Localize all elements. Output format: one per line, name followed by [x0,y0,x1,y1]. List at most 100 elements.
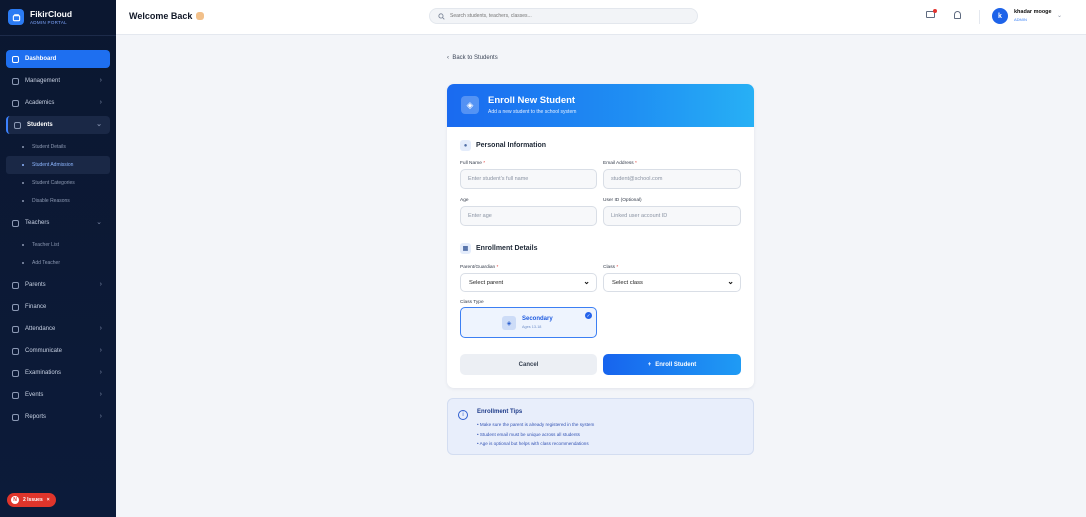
school-logo-icon [8,9,24,25]
issues-badge[interactable]: N 2 Issues × [7,493,56,507]
sidebar-subitem-label: Teacher List [32,242,59,248]
issues-label: 2 Issues [23,497,43,503]
sidebar-nav: Dashboard Management › Academics › Student… [6,50,110,430]
sidebar-item-academics[interactable]: Academics › [6,94,110,112]
list-item: • Age is optional but helps with class r… [477,441,589,446]
class-label: Class * [603,265,619,270]
class-type-name: Secondary [522,316,553,322]
back-link[interactable]: ‹ Back to Students [447,55,498,61]
brand-title: FikirCloud [30,8,73,19]
close-icon[interactable]: × [47,497,50,503]
tips-title: Enrollment Tips [477,409,523,415]
full-name-label: Full Name * [460,161,486,166]
select-value: Select parent [469,279,504,286]
document-icon [12,369,19,377]
notification-dot [933,9,937,13]
brand[interactable]: FikirCloud ADMIN PORTAL [8,9,72,25]
enroll-student-button[interactable]: + Enroll Student [603,354,741,375]
card-title: Enroll New Student [488,95,576,106]
user-id-label: User ID (Optional) [603,198,642,203]
sidebar-subitem-student-details[interactable]: Student Details [6,138,110,156]
sidebar-item-communicate[interactable]: Communicate › [6,342,110,360]
sidebar-item-label: Management [25,78,61,84]
sidebar-subitem-label: Student Admission [32,162,74,168]
waving-hand-icon [196,12,205,20]
brand-subtitle: ADMIN PORTAL [30,19,67,25]
user-role: ADMIN [1014,17,1027,22]
class-select[interactable]: Select class ⌄ [603,273,741,292]
header-divider [979,10,980,24]
sidebar-subitem-student-categories[interactable]: Student Categories [6,174,110,192]
class-type-ages: Ages 13-18 [522,325,542,329]
sidebar-item-events[interactable]: Events › [6,386,110,404]
sidebar-item-attendance[interactable]: Attendance › [6,320,110,338]
user-name[interactable]: khadar mooge [1014,9,1052,15]
age-input[interactable]: Enter age [460,206,597,226]
user-id-input[interactable]: Linked user account ID [603,206,741,226]
users-icon [12,77,19,85]
avatar[interactable]: k [992,8,1008,24]
search-icon [438,12,445,20]
enrollment-tips: i Enrollment Tips • Make sure the parent… [447,398,754,455]
chevron-right-icon: › [99,77,102,84]
chevron-down-icon[interactable]: ⌄ [1057,12,1062,19]
sidebar-subitem-teacher-list[interactable]: Teacher List [6,236,110,254]
sidebar-item-label: Events [25,392,44,398]
sidebar-item-students[interactable]: Students ⌄ [6,116,110,134]
chevron-right-icon: › [99,347,102,354]
family-icon [12,281,19,289]
check-icon: ✓ [585,312,592,319]
sidebar-item-label: Communicate [25,348,63,354]
calendar-icon [12,391,19,399]
user-icon: ● [460,140,471,151]
sidebar-subitem-label: Disable Reasons [32,198,70,204]
class-type-label: Class Type [460,300,484,305]
tips-list: • Make sure the parent is already regist… [477,420,594,449]
back-label: Back to Students [452,55,498,61]
plus-icon: + [647,361,652,368]
sidebar-item-teachers[interactable]: Teachers ⌄ [6,214,110,232]
cancel-button[interactable]: Cancel [460,354,597,375]
list-item: • Student email must be unique across al… [477,431,580,437]
message-icon [12,347,19,355]
sidebar-item-examinations[interactable]: Examinations › [6,364,110,382]
sidebar-item-finance[interactable]: Finance [6,298,110,316]
sidebar-divider [0,35,116,36]
building-icon [12,99,19,107]
sidebar-item-reports[interactable]: Reports › [6,408,110,426]
graduation-cap-icon: ◈ [502,316,516,330]
list-item: • Make sure the parent is already regist… [477,422,595,427]
section-title: Enrollment Details [476,245,538,252]
full-name-input[interactable]: Enter student's full name [460,169,597,189]
card-subtitle: Add a new student to the school system [488,109,577,115]
class-type-option-secondary[interactable]: ◈ Secondary Ages 13-18 ✓ [460,307,597,338]
sidebar-item-parents[interactable]: Parents › [6,276,110,294]
sidebar-item-label: Academics [25,100,55,106]
chevron-right-icon: › [99,325,102,332]
email-input[interactable]: student@school.com [603,169,741,189]
mail-icon[interactable] [926,9,937,18]
sidebar-subitem-add-teacher[interactable]: Add Teacher [6,254,110,272]
building-icon: ▦ [460,243,471,254]
search-input[interactable] [450,13,670,19]
sidebar: FikirCloud ADMIN PORTAL Dashboard Manage… [0,0,116,517]
welcome-text: Welcome Back [129,11,193,21]
chevron-down-icon: ⌄ [96,219,102,226]
email-label: Email Address * [603,161,637,166]
clipboard-icon [12,325,19,333]
bell-icon[interactable] [954,11,961,19]
chevron-left-icon: ‹ [447,55,449,61]
graduation-cap-icon: ◈ [461,96,479,114]
issues-count: N [11,496,19,504]
sidebar-subitem-label: Student Details [32,144,66,150]
enroll-label: Enroll Student [655,361,697,368]
book-icon [12,219,19,227]
card-header: ◈ Enroll New Student Add a new student t… [447,84,754,127]
sidebar-subitem-disable-reasons[interactable]: Disable Reasons [6,192,110,210]
parent-select[interactable]: Select parent ⌄ [460,273,597,292]
search-bar[interactable] [429,8,698,24]
sidebar-subitem-student-admission[interactable]: Student Admission [6,156,110,174]
sidebar-item-dashboard[interactable]: Dashboard [6,50,110,68]
sidebar-item-management[interactable]: Management › [6,72,110,90]
graduation-cap-icon [14,121,21,129]
